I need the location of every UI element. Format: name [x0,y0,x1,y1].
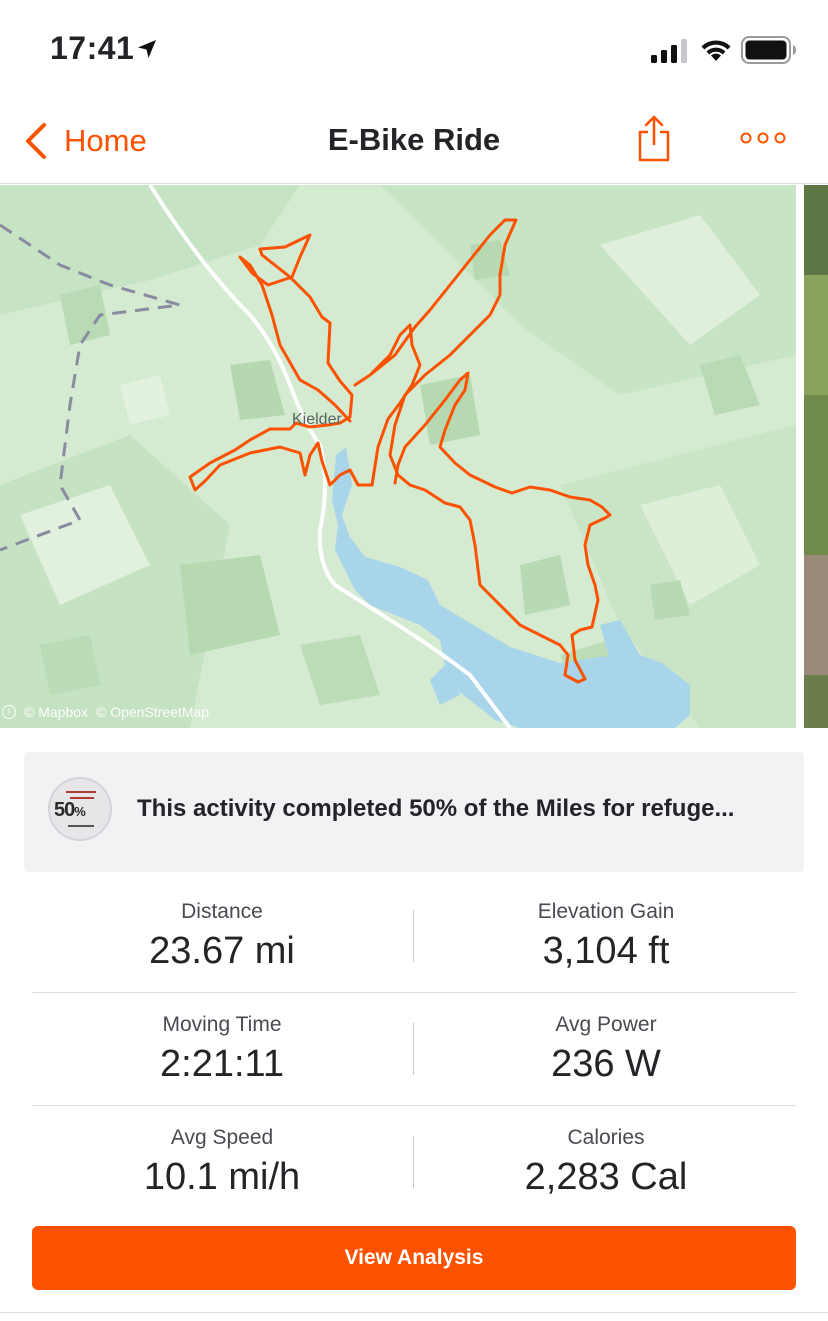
location-arrow-icon [138,40,156,58]
back-label: Home [64,123,147,158]
stat-value: 23.67 mi [149,930,295,972]
share-icon[interactable] [636,114,672,164]
chevron-left-icon [26,123,46,159]
stat-distance: Distance 23.67 mi [32,880,412,973]
stat-value: 10.1 mi/h [143,1156,301,1198]
stat-label: Distance [181,900,263,923]
stat-divider [413,910,414,962]
badge-percent: 50% [54,799,86,821]
stat-label: Elevation Gain [537,900,675,923]
back-button[interactable]: Home [22,116,147,166]
stat-divider [413,1023,414,1075]
cellular-signal-icon [651,39,687,63]
stat-row: Avg Speed 10.1 mi/h Calories 2,283 Cal [32,1106,796,1219]
stat-label: Avg Speed [170,1126,274,1149]
challenge-badge: 50% [48,777,112,841]
badge-stripe [66,791,96,793]
view-analysis-button[interactable]: View Analysis [32,1226,796,1290]
stat-label: Avg Power [555,1013,657,1036]
wifi-icon [701,40,731,61]
map-place-label: Kielder [292,411,342,428]
challenge-card[interactable]: 50% This activity completed 50% of the M… [24,752,804,872]
status-bar: 17:41 [0,0,828,100]
route-map[interactable]: Kielder i © Mapbox © OpenStreetMap [0,185,796,728]
badge-stripe [68,825,94,827]
stat-value: 236 W [551,1043,661,1085]
stat-label: Moving Time [162,1013,282,1036]
stat-divider [413,1136,414,1188]
stat-value: 2:21:11 [160,1043,284,1085]
stat-avg-power: Avg Power 236 W [416,993,796,1086]
bottom-divider [0,1312,828,1313]
battery-icon [741,36,796,64]
stat-value: 3,104 ft [542,930,670,972]
more-options-icon[interactable] [738,128,788,148]
map-canvas [0,185,796,728]
stat-label: Calories [567,1126,645,1149]
mapbox-attribution[interactable]: © Mapbox [24,704,88,720]
stat-calories: Calories 2,283 Cal [416,1106,796,1199]
stat-row: Moving Time 2:21:11 Avg Power 236 W [32,993,796,1106]
stat-value: 2,283 Cal [524,1156,688,1198]
info-icon[interactable]: i [2,705,16,719]
stat-elevation-gain: Elevation Gain 3,104 ft [416,880,796,973]
stat-moving-time: Moving Time 2:21:11 [32,993,412,1086]
status-time: 17:41 [50,30,135,66]
terrain-patches [0,185,796,728]
challenge-text: This activity completed 50% of the Miles… [137,795,735,822]
stat-row: Distance 23.67 mi Elevation Gain 3,104 f… [32,880,796,993]
stats-grid: Distance 23.67 mi Elevation Gain 3,104 f… [32,880,796,1219]
stat-avg-speed: Avg Speed 10.1 mi/h [32,1106,412,1199]
map-attribution: i © Mapbox © OpenStreetMap [2,704,209,720]
osm-attribution[interactable]: © OpenStreetMap [96,704,209,720]
nav-bar: Home E-Bike Ride [0,100,828,184]
activity-photo-thumbnail[interactable] [804,185,828,728]
